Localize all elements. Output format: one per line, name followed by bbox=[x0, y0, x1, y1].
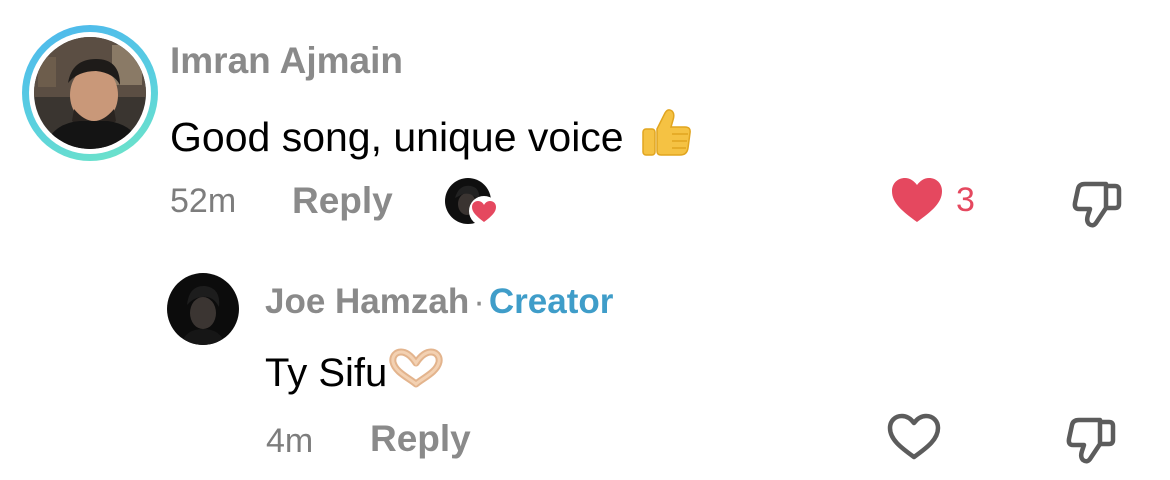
creator-liked-avatar-icon bbox=[445, 178, 499, 226]
creator-badge: Creator bbox=[488, 282, 614, 321]
dislike-button[interactable] bbox=[1070, 178, 1124, 228]
avatar-story-ring[interactable] bbox=[22, 25, 158, 161]
avatar-photo bbox=[34, 37, 146, 149]
heart-hands-emoji-icon bbox=[387, 348, 445, 398]
liked-by-creator-badge bbox=[443, 176, 499, 226]
avatar[interactable] bbox=[34, 37, 146, 149]
reply-avatar[interactable] bbox=[167, 273, 239, 345]
reply-author-row: Joe Hamzah · Creator bbox=[265, 282, 613, 322]
thumbs-up-emoji-icon bbox=[638, 104, 694, 170]
reply-text: Ty Sifu bbox=[265, 350, 388, 395]
thumbs-down-icon bbox=[1066, 417, 1116, 464]
reply-like-button[interactable] bbox=[886, 412, 942, 462]
like-button[interactable]: 3 bbox=[890, 176, 975, 224]
heart-outline-icon bbox=[887, 413, 941, 460]
reply-button[interactable]: Reply bbox=[292, 180, 393, 222]
reply-author[interactable]: Joe Hamzah bbox=[265, 282, 469, 321]
reply-avatar-photo bbox=[167, 273, 239, 345]
reply-reply-button[interactable]: Reply bbox=[370, 418, 471, 460]
thumbs-down-icon bbox=[1072, 181, 1122, 228]
comment-text-row: Good song, unique voice bbox=[170, 104, 694, 170]
heart-filled-icon bbox=[892, 178, 942, 222]
reply-dislike-button[interactable] bbox=[1064, 414, 1118, 464]
reply-text-row: Ty Sifu bbox=[265, 348, 445, 398]
like-count: 3 bbox=[956, 180, 975, 219]
reply-timestamp: 4m bbox=[266, 422, 314, 460]
author-separator: · bbox=[473, 282, 485, 321]
comment-text: Good song, unique voice bbox=[170, 113, 624, 160]
comment-author[interactable]: Imran Ajmain bbox=[170, 40, 403, 82]
comment-timestamp: 52m bbox=[170, 182, 237, 220]
